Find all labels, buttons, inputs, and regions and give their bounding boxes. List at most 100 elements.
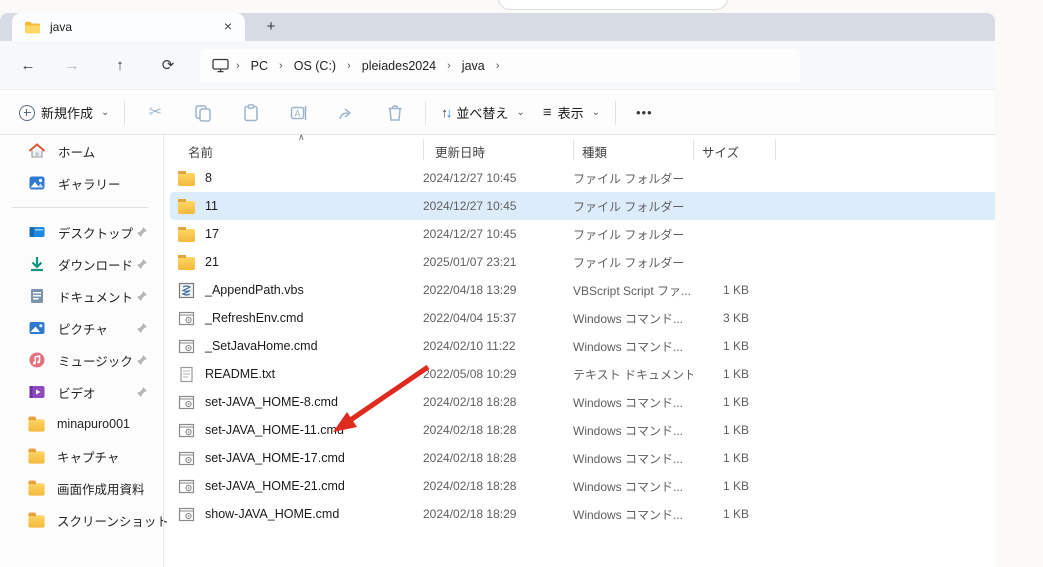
cut-icon: ✂ bbox=[148, 103, 163, 121]
sidebar-item-desktop[interactable]: デスクトップ bbox=[4, 216, 156, 248]
file-type: ファイル フォルダー bbox=[573, 255, 685, 270]
file-row-refreshenv-cmd[interactable]: _RefreshEnv.cmd 2022/04/04 15:37 Windows… bbox=[170, 304, 995, 332]
more-icon: ••• bbox=[635, 105, 653, 120]
cmd-file-icon bbox=[178, 339, 195, 353]
sidebar-item-label: キャプチャ bbox=[57, 450, 120, 465]
file-name: set-JAVA_HOME-8.cmd bbox=[205, 395, 338, 409]
tab-bar: java × + bbox=[0, 13, 995, 41]
file-row-17[interactable]: 17 2024/12/27 10:45 ファイル フォルダー bbox=[170, 220, 995, 248]
plus-circle-icon bbox=[19, 104, 35, 121]
sidebar-item-home[interactable]: ホーム bbox=[4, 135, 156, 167]
breadcrumb-item-pleiades2024[interactable]: pleiades2024 bbox=[356, 59, 442, 73]
sidebar-item-label: 画面作成用資料 bbox=[57, 482, 145, 497]
floating-window-fragment bbox=[498, 0, 728, 10]
sidebar-item-screenshots[interactable]: スクリーンショット bbox=[4, 504, 169, 536]
sidebar-item-screen-materials[interactable]: 画面作成用資料 bbox=[4, 472, 156, 504]
column-size[interactable]: サイズ bbox=[702, 142, 739, 161]
sidebar-item-label: ドキュメント bbox=[58, 290, 134, 305]
svg-text:A: A bbox=[295, 108, 301, 118]
file-date: 2024/12/27 10:45 bbox=[423, 171, 517, 185]
file-size: 1 KB bbox=[722, 507, 749, 521]
file-date: 2024/12/27 10:45 bbox=[423, 227, 517, 241]
sidebar-item-downloads[interactable]: ダウンロード bbox=[4, 248, 156, 280]
pin-icon bbox=[137, 259, 147, 269]
address-bar: ← → ↑ ⟳ › PC › OS (C:) › pleiades2024 › … bbox=[0, 41, 995, 90]
chevron-down-icon: ⌄ bbox=[516, 107, 525, 118]
file-type: ファイル フォルダー bbox=[573, 171, 685, 186]
cmd-file-icon bbox=[178, 507, 195, 521]
column-name[interactable]: 名前 bbox=[188, 142, 213, 161]
sidebar-item-label: ダウンロード bbox=[58, 258, 134, 273]
more-options-button[interactable]: ••• bbox=[622, 97, 667, 129]
sidebar-item-label: ビデオ bbox=[58, 386, 96, 401]
back-icon[interactable]: ← bbox=[16, 54, 40, 78]
file-list: 8 2024/12/27 10:45 ファイル フォルダー 11 2024/12… bbox=[170, 164, 995, 528]
file-row-readme-txt[interactable]: README.txt 2022/05/08 10:29 テキスト ドキュメント … bbox=[170, 360, 995, 388]
up-icon[interactable]: ↑ bbox=[108, 54, 132, 78]
sort-button-label: 並べ替え bbox=[456, 106, 509, 121]
chevron-down-icon: ⌄ bbox=[591, 107, 600, 118]
file-row-8[interactable]: 8 2024/12/27 10:45 ファイル フォルダー bbox=[170, 164, 995, 192]
tab-close-icon[interactable]: × bbox=[219, 18, 237, 36]
file-size: 1 KB bbox=[722, 339, 749, 353]
file-size: 1 KB bbox=[722, 479, 749, 493]
file-size: 1 KB bbox=[722, 283, 749, 297]
file-type: Windows コマンド... bbox=[573, 479, 684, 494]
file-row-show-java-home-cmd[interactable]: show-JAVA_HOME.cmd 2024/02/18 18:29 Wind… bbox=[170, 500, 995, 528]
file-row-11[interactable]: 11 2024/12/27 10:45 ファイル フォルダー bbox=[170, 192, 995, 220]
column-resizer[interactable] bbox=[573, 139, 574, 160]
new-tab-button[interactable]: + bbox=[258, 17, 284, 38]
cut-button[interactable]: ✂ bbox=[131, 97, 179, 129]
sidebar-item-pictures[interactable]: ピクチャ bbox=[4, 312, 156, 344]
refresh-icon[interactable]: ⟳ bbox=[156, 54, 180, 78]
sort-button[interactable]: ↑↓ 並べ替え ⌄ bbox=[432, 97, 533, 129]
file-type: ファイル フォルダー bbox=[573, 227, 685, 242]
view-button[interactable]: ≡ 表示 ⌄ bbox=[534, 97, 609, 129]
this-pc-icon bbox=[212, 58, 229, 73]
folder-icon bbox=[28, 415, 45, 432]
file-size: 1 KB bbox=[722, 395, 749, 409]
column-resizer[interactable] bbox=[693, 139, 694, 160]
file-name: set-JAVA_HOME-17.cmd bbox=[205, 451, 345, 465]
file-row-setjavahome-cmd[interactable]: _SetJavaHome.cmd 2024/02/10 11:22 Window… bbox=[170, 332, 995, 360]
new-button[interactable]: 新規作成 ⌄ bbox=[10, 97, 118, 129]
sidebar-item-documents[interactable]: ドキュメント bbox=[4, 280, 156, 312]
column-type[interactable]: 種類 bbox=[582, 142, 607, 161]
column-resizer[interactable] bbox=[775, 139, 776, 160]
copy-button[interactable] bbox=[179, 97, 227, 129]
file-row-set-java-home-11-cmd[interactable]: set-JAVA_HOME-11.cmd 2024/02/18 18:28 Wi… bbox=[170, 416, 995, 444]
toolbar-divider bbox=[124, 100, 126, 125]
sidebar-item-music[interactable]: ミュージック bbox=[4, 344, 156, 376]
file-row-21[interactable]: 21 2025/01/07 23:21 ファイル フォルダー bbox=[170, 248, 995, 276]
folder-icon bbox=[28, 479, 45, 496]
music-icon bbox=[29, 352, 45, 368]
column-date[interactable]: 更新日時 bbox=[435, 142, 485, 161]
pin-icon bbox=[137, 227, 147, 237]
file-row-appendpath-vbs[interactable]: _AppendPath.vbs 2022/04/18 13:29 VBScrip… bbox=[170, 276, 995, 304]
delete-button[interactable] bbox=[371, 97, 419, 129]
breadcrumb[interactable]: › PC › OS (C:) › pleiades2024 › java › bbox=[200, 49, 800, 82]
breadcrumb-item-java[interactable]: java bbox=[456, 59, 491, 73]
tab-java[interactable]: java × bbox=[12, 13, 245, 41]
sidebar-item-gallery[interactable]: ギャラリー bbox=[4, 167, 156, 199]
file-type: Windows コマンド... bbox=[573, 507, 684, 522]
sidebar-item-videos[interactable]: ビデオ bbox=[4, 376, 156, 408]
file-row-set-java-home-8-cmd[interactable]: set-JAVA_HOME-8.cmd 2024/02/18 18:28 Win… bbox=[170, 388, 995, 416]
file-row-set-java-home-21-cmd[interactable]: set-JAVA_HOME-21.cmd 2024/02/18 18:28 Wi… bbox=[170, 472, 995, 500]
pane-divider[interactable] bbox=[163, 135, 164, 567]
file-name: 21 bbox=[205, 255, 219, 269]
breadcrumb-item-drive[interactable]: OS (C:) bbox=[288, 59, 342, 73]
pin-icon bbox=[137, 323, 147, 333]
file-name: set-JAVA_HOME-21.cmd bbox=[205, 479, 345, 493]
file-date: 2022/04/04 15:37 bbox=[423, 311, 517, 325]
sidebar-item-minapuro001[interactable]: minapuro001 bbox=[4, 408, 156, 440]
sidebar-item-capture[interactable]: キャプチャ bbox=[4, 440, 156, 472]
breadcrumb-item-pc[interactable]: PC bbox=[245, 59, 274, 73]
file-row-set-java-home-17-cmd[interactable]: set-JAVA_HOME-17.cmd 2024/02/18 18:28 Wi… bbox=[170, 444, 995, 472]
file-type: テキスト ドキュメント bbox=[573, 367, 693, 382]
column-resizer[interactable] bbox=[423, 139, 424, 160]
tab-title: java bbox=[50, 20, 73, 34]
paste-button[interactable] bbox=[227, 97, 275, 129]
share-button[interactable] bbox=[323, 97, 371, 129]
rename-button[interactable]: A bbox=[275, 97, 323, 129]
